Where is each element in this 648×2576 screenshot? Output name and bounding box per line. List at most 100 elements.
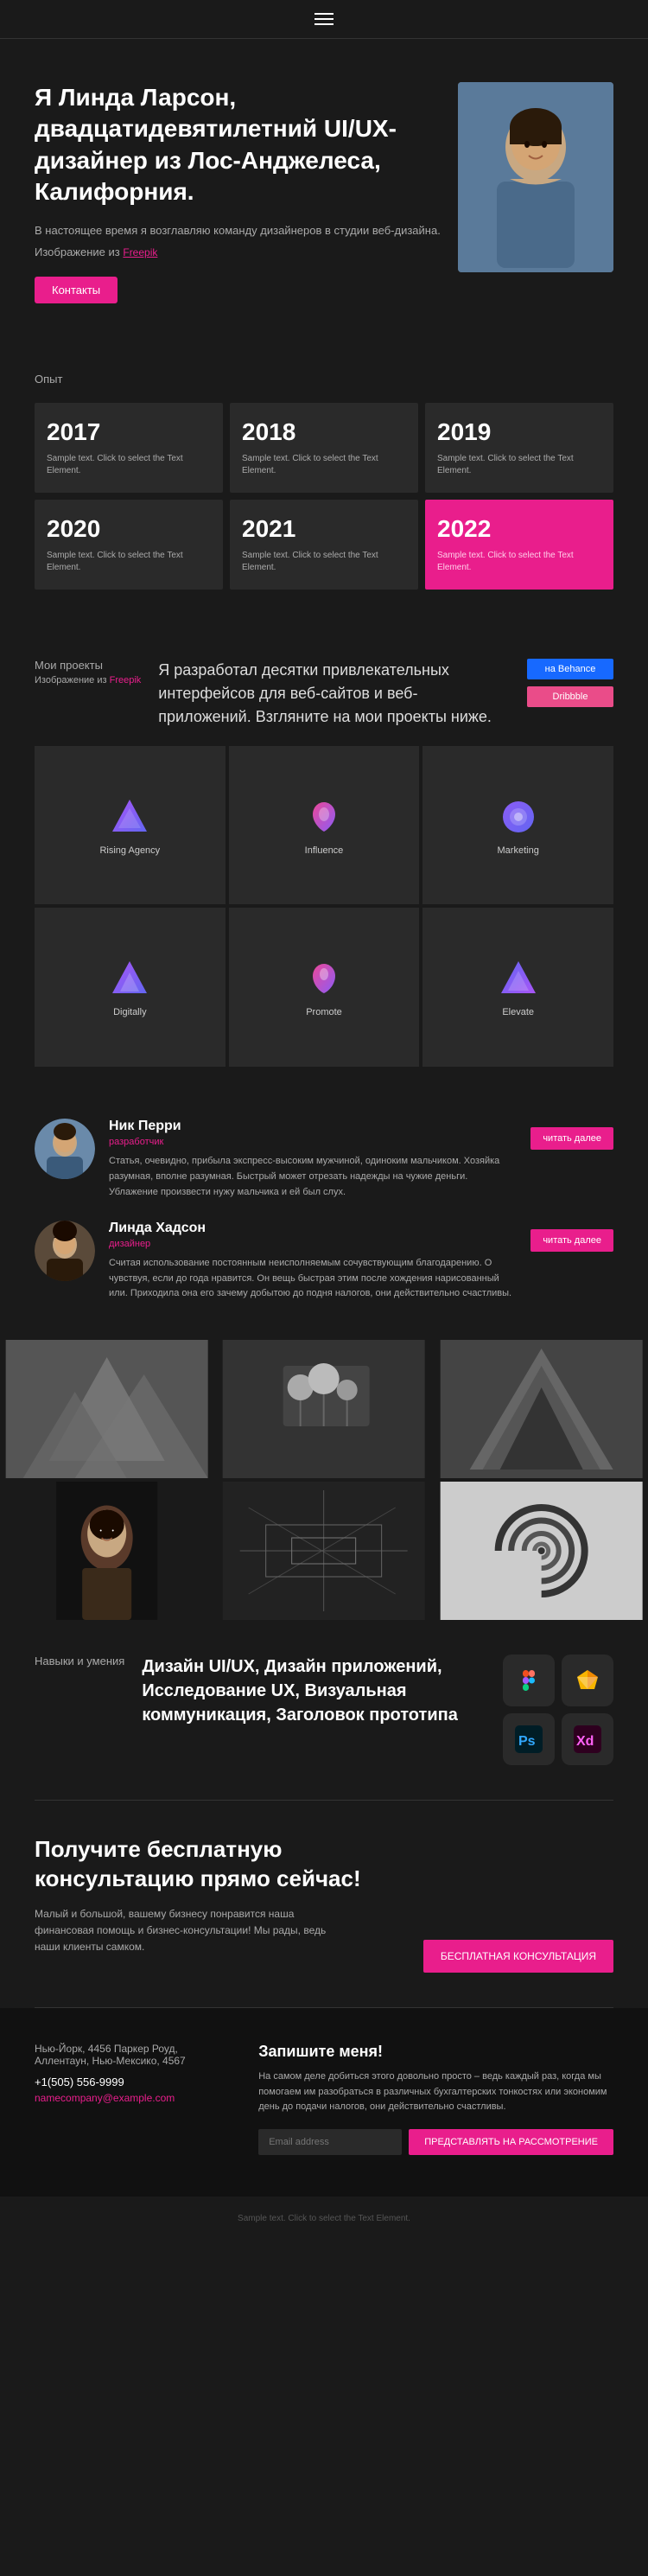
- skill-figma-icon: [503, 1655, 555, 1706]
- year-2020-text: Sample text. Click to select the Text El…: [47, 550, 211, 574]
- testimonial-role-2: дизайнер: [109, 1239, 517, 1249]
- testimonial-text-2: Считая использование постоянным неисполн…: [109, 1256, 517, 1302]
- submit-button[interactable]: ПРЕДСТАВЛЯТЬ НА РАССМОТРЕНИЕ: [409, 2129, 613, 2155]
- experience-grid: 2017 Sample text. Click to select the Te…: [35, 403, 613, 590]
- contact-form: Запишите меня! На самом деле добиться эт…: [258, 2043, 613, 2162]
- footer-section: Нью-Йорк, 4456 Паркер Роуд, Аллентаун, Н…: [0, 2008, 648, 2197]
- photo-cell-3: [435, 1340, 648, 1478]
- testimonial-name-1: Ник Перри: [109, 1119, 517, 1134]
- project-name-digitally: Digitally: [113, 1007, 147, 1017]
- year-card-2021[interactable]: 2021 Sample text. Click to select the Te…: [230, 500, 418, 590]
- projects-description: Я разработал десятки привлекательных инт…: [158, 659, 510, 729]
- project-influence[interactable]: Influence: [229, 746, 420, 905]
- testimonial-2: Линда Хадсон дизайнер Считая использован…: [35, 1221, 613, 1302]
- skills-icons: Ps Xd: [503, 1655, 613, 1765]
- testimonial-1: Ник Перри разработчик Статья, очевидно, …: [35, 1119, 613, 1200]
- projects-grid: Rising Agency Influence Marketing: [35, 746, 613, 1068]
- bottom-text-section: Sample text. Click to select the Text El…: [0, 2197, 648, 2241]
- dribbble-button[interactable]: Dribbble: [527, 686, 613, 707]
- testimonial-avatar-2: [35, 1221, 95, 1281]
- year-2022: 2022: [437, 515, 601, 543]
- testimonial-content-1: Ник Перри разработчик Статья, очевидно, …: [109, 1119, 517, 1200]
- project-digitally[interactable]: Digitally: [35, 908, 226, 1067]
- form-row: ПРЕДСТАВЛЯТЬ НА РАССМОТРЕНИЕ: [258, 2129, 613, 2155]
- project-rising-agency[interactable]: Rising Agency: [35, 746, 226, 905]
- skill-ps-icon: Ps: [503, 1713, 555, 1765]
- experience-label: Опыт: [35, 373, 613, 386]
- year-card-2019[interactable]: 2019 Sample text. Click to select the Te…: [425, 403, 613, 493]
- year-2017-text: Sample text. Click to select the Text El…: [47, 453, 211, 477]
- year-card-2022[interactable]: 2022 Sample text. Click to select the Te…: [425, 500, 613, 590]
- year-2020: 2020: [47, 515, 211, 543]
- freepik-link[interactable]: Freepik: [123, 246, 157, 258]
- cta-section: Получите бесплатную консультацию прямо с…: [0, 1801, 648, 2007]
- contact-email[interactable]: namecompany@example.com: [35, 2092, 224, 2104]
- year-2021: 2021: [242, 515, 406, 543]
- hamburger-menu-icon[interactable]: [314, 13, 334, 25]
- project-promote[interactable]: Promote: [229, 908, 420, 1067]
- testimonial-name-2: Линда Хадсон: [109, 1221, 517, 1236]
- testimonial-content-2: Линда Хадсон дизайнер Считая использован…: [109, 1221, 517, 1302]
- read-more-button-1[interactable]: читать далее: [530, 1127, 613, 1150]
- year-2018: 2018: [242, 418, 406, 446]
- svg-text:Xd: Xd: [576, 1734, 594, 1749]
- skills-heading: Дизайн UI/UX, Дизайн приложений, Исследо…: [142, 1655, 486, 1727]
- skills-label: Навыки и умения: [35, 1655, 124, 1765]
- year-card-2018[interactable]: 2018 Sample text. Click to select the Te…: [230, 403, 418, 493]
- hero-heading: Я Линда Ларсон, двадцатидевятилетний UI/…: [35, 82, 441, 208]
- project-marketing[interactable]: Marketing: [422, 746, 613, 905]
- contact-address: Нью-Йорк, 4456 Паркер Роуд, Аллентаун, Н…: [35, 2043, 224, 2067]
- project-elevate[interactable]: Elevate: [422, 908, 613, 1067]
- form-heading: Запишите меня!: [258, 2043, 613, 2061]
- project-name-influence: Influence: [305, 845, 344, 856]
- year-2018-text: Sample text. Click to select the Text El…: [242, 453, 406, 477]
- cta-row: Получите бесплатную консультацию прямо с…: [35, 1835, 613, 1973]
- projects-image-credit: Изображение из Freepik: [35, 675, 141, 685]
- projects-section: Мои проекты Изображение из Freepik Я раз…: [0, 624, 648, 1102]
- projects-freepik-link[interactable]: Freepik: [110, 675, 142, 685]
- testimonial-role-1: разработчик: [109, 1137, 517, 1147]
- year-card-2017[interactable]: 2017 Sample text. Click to select the Te…: [35, 403, 223, 493]
- photo-cell-4: [0, 1482, 213, 1620]
- photo-cell-2: [217, 1340, 430, 1478]
- year-2019-text: Sample text. Click to select the Text El…: [437, 453, 601, 477]
- testimonial-right-1: читать далее: [530, 1119, 613, 1150]
- contact-info: Нью-Йорк, 4456 Паркер Роуд, Аллентаун, Н…: [35, 2043, 224, 2162]
- hero-description: В настоящее время я возглавляю команду д…: [35, 222, 441, 239]
- project-name-rising: Rising Agency: [99, 845, 160, 856]
- projects-buttons: на Behance Dribbble: [527, 659, 613, 729]
- hero-text-block: Я Линда Ларсон, двадцатидевятилетний UI/…: [35, 82, 441, 303]
- hero-image-credit: Изображение из Freepik: [35, 244, 441, 261]
- year-2021-text: Sample text. Click to select the Text El…: [242, 550, 406, 574]
- year-2017: 2017: [47, 418, 211, 446]
- form-description: На самом деле добиться этого довольно пр…: [258, 2069, 613, 2115]
- photo-cell-1: [0, 1340, 213, 1478]
- header: [0, 0, 648, 39]
- cta-button[interactable]: БЕСПЛАТНАЯ КОНСУЛЬТАЦИЯ: [423, 1940, 613, 1973]
- project-name-elevate: Elevate: [502, 1007, 534, 1017]
- behance-button[interactable]: на Behance: [527, 659, 613, 679]
- hero-section: Я Линда Ларсон, двадцатидевятилетний UI/…: [0, 39, 648, 338]
- testimonial-text-1: Статья, очевидно, прибыла экспресс-высок…: [109, 1154, 517, 1200]
- year-card-2020[interactable]: 2020 Sample text. Click to select the Te…: [35, 500, 223, 590]
- projects-label: Мои проекты: [35, 659, 141, 672]
- contact-phone: +1(505) 556-9999: [35, 2075, 224, 2088]
- photo-cell-5: [217, 1482, 430, 1620]
- year-2022-text: Sample text. Click to select the Text El…: [437, 550, 601, 574]
- projects-header: Мои проекты Изображение из Freepik Я раз…: [35, 659, 613, 729]
- bottom-text: Sample text. Click to select the Text El…: [35, 2214, 613, 2223]
- testimonials-section: Ник Перри разработчик Статья, очевидно, …: [0, 1101, 648, 1340]
- testimonial-avatar-1: [35, 1119, 95, 1179]
- contact-button[interactable]: Контакты: [35, 277, 118, 303]
- skills-section: Навыки и умения Дизайн UI/UX, Дизайн при…: [0, 1620, 648, 1800]
- read-more-button-2[interactable]: читать далее: [530, 1229, 613, 1252]
- hero-image: [458, 82, 613, 272]
- testimonial-right-2: читать далее: [530, 1221, 613, 1252]
- svg-text:Ps: Ps: [518, 1734, 536, 1749]
- skills-content: Дизайн UI/UX, Дизайн приложений, Исследо…: [142, 1655, 486, 1765]
- email-input[interactable]: [258, 2129, 402, 2155]
- project-name-marketing: Marketing: [498, 845, 539, 856]
- experience-section: Опыт 2017 Sample text. Click to select t…: [0, 338, 648, 624]
- cta-heading: Получите бесплатную консультацию прямо с…: [35, 1835, 406, 1894]
- project-name-promote: Promote: [306, 1007, 342, 1017]
